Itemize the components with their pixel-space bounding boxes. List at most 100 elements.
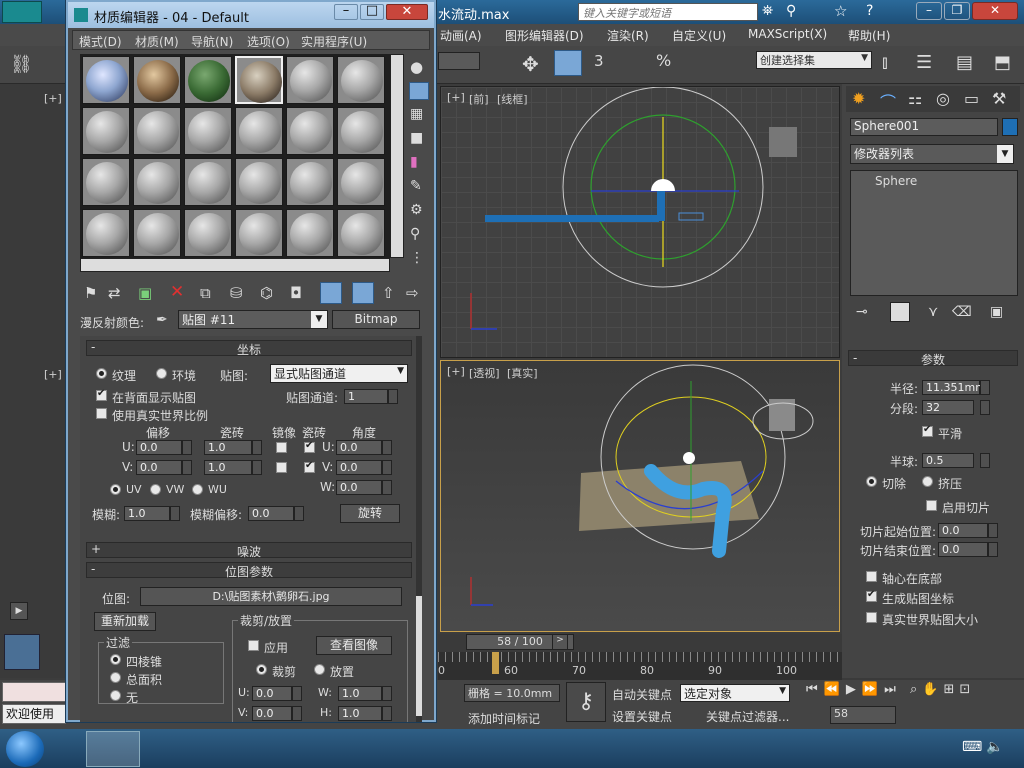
add-time-tag-label[interactable]: 添加时间标记: [468, 710, 540, 727]
show-shaded-material-icon[interactable]: [320, 282, 342, 304]
time-slider-next[interactable]: >: [552, 634, 568, 650]
help-icon[interactable]: ?: [866, 3, 873, 19]
create-tab-icon[interactable]: ✹: [852, 89, 865, 108]
crop-w-field[interactable]: 1.0: [338, 686, 382, 701]
menu-rendering[interactable]: 渲染(R): [607, 27, 649, 44]
noise-rollout-header[interactable]: + 噪波: [86, 542, 412, 559]
make-unique-icon[interactable]: ⋎: [928, 304, 938, 320]
set-key-button[interactable]: 设置关键点: [612, 708, 672, 725]
remove-modifier-icon[interactable]: ⌫: [952, 304, 972, 320]
material-navigator-icon[interactable]: ⋮: [410, 250, 424, 266]
v-mirror-checkbox[interactable]: [276, 462, 287, 473]
put-to-library-icon[interactable]: ⛁: [230, 284, 243, 302]
place-radio[interactable]: [314, 664, 325, 675]
smooth-checkbox[interactable]: [922, 424, 933, 437]
top-left-viewport-label[interactable]: [+]: [44, 92, 62, 105]
me-menu-utilities[interactable]: 实用程序(U): [301, 33, 367, 50]
real-world-scale-checkbox[interactable]: [96, 408, 107, 419]
sample-slot[interactable]: [133, 107, 181, 155]
hierarchy-tab-icon[interactable]: ⚏: [908, 89, 922, 108]
get-material-icon[interactable]: ⚑: [84, 284, 97, 302]
go-to-parent-icon[interactable]: ⇧: [382, 284, 395, 302]
sample-slot[interactable]: [82, 56, 130, 104]
blur-offset-spinner[interactable]: [294, 506, 304, 521]
sample-slot[interactable]: [184, 158, 232, 206]
map-type-button[interactable]: Bitmap: [332, 310, 420, 329]
stack-item-sphere[interactable]: Sphere: [875, 174, 917, 188]
sample-slot[interactable]: [133, 209, 181, 257]
crop-w-spinner[interactable]: [382, 686, 392, 701]
video-color-check-icon[interactable]: ▮: [410, 154, 418, 170]
v-tiling-field[interactable]: 1.0: [204, 460, 252, 475]
me-minimize-button[interactable]: –: [334, 4, 358, 20]
options-icon[interactable]: ⚙: [410, 202, 423, 218]
modifier-list-dropdown[interactable]: 修改器列表 ▼: [850, 144, 1014, 164]
start-button[interactable]: [6, 731, 44, 767]
viewport-nav-icons[interactable]: ⌕✋⊞⊡: [910, 682, 975, 697]
restore-button[interactable]: ❐: [944, 2, 970, 20]
radius-spinner[interactable]: [980, 380, 990, 395]
toolbar-dropdown[interactable]: [438, 52, 480, 70]
star-icon[interactable]: ☆: [834, 2, 847, 20]
sample-slot[interactable]: [235, 107, 283, 155]
search-box[interactable]: 键入关键字或短语: [578, 3, 758, 21]
u-tiling-spinner[interactable]: [252, 440, 262, 455]
me-menu-navigation[interactable]: 导航(N): [191, 33, 233, 50]
reload-button[interactable]: 重新加载: [94, 612, 156, 631]
summed-area-radio[interactable]: [110, 672, 121, 683]
modifier-stack[interactable]: Sphere: [850, 170, 1018, 296]
menu-help[interactable]: 帮助(H): [848, 27, 890, 44]
current-frame-field[interactable]: 58: [830, 706, 896, 724]
v-tiling-spinner[interactable]: [252, 460, 262, 475]
named-selection-dropdown[interactable]: 创建选择集 ▼: [756, 51, 872, 69]
u-angle-spinner[interactable]: [382, 440, 392, 455]
crop-u-field[interactable]: 0.0: [252, 686, 292, 701]
sample-slot[interactable]: [133, 56, 181, 104]
sample-slot[interactable]: [337, 56, 385, 104]
blur-field[interactable]: 1.0: [124, 506, 170, 521]
me-close-button[interactable]: ✕: [386, 4, 428, 20]
params-rollout-header[interactable]: - 参数: [848, 350, 1018, 367]
object-name-field[interactable]: Sphere001: [850, 118, 998, 136]
sample-slot[interactable]: [184, 56, 232, 104]
me-menu-options[interactable]: 选项(O): [247, 33, 290, 50]
sample-slot[interactable]: [133, 158, 181, 206]
crop-h-spinner[interactable]: [382, 706, 392, 721]
chop-radio[interactable]: [866, 476, 877, 487]
real-world-checkbox[interactable]: [866, 612, 877, 623]
map-name-field[interactable]: 贴图 #11 ▼: [178, 310, 328, 329]
rotate-button[interactable]: 旋转: [340, 504, 400, 523]
layer-icon[interactable]: ▤: [956, 52, 973, 73]
assign-to-selection-icon[interactable]: ▣: [138, 284, 152, 302]
base-pivot-checkbox[interactable]: [866, 571, 877, 582]
hemisphere-spinner[interactable]: [980, 453, 990, 468]
background-icon[interactable]: ▦: [410, 106, 423, 122]
mapping-dropdown[interactable]: 显式贴图通道 ▼: [270, 364, 408, 383]
blur-spinner[interactable]: [170, 506, 180, 521]
select-move-icon[interactable]: ✥: [522, 52, 539, 76]
menu-maxscript[interactable]: MAXScript(X): [748, 27, 827, 41]
taskbar-3dsmax-button[interactable]: [86, 731, 140, 767]
slice-to-field[interactable]: 0.0: [938, 542, 988, 557]
bottom-left-viewport-label[interactable]: [+]: [44, 368, 62, 381]
menu-customize[interactable]: 自定义(U): [672, 27, 726, 44]
mirror-icon[interactable]: ⫾: [882, 52, 888, 73]
select-rotate-icon[interactable]: [554, 50, 582, 76]
material-id-icon[interactable]: ⌬: [260, 284, 273, 302]
key-mode-button[interactable]: ⚷: [566, 682, 606, 722]
channel-spinner[interactable]: [388, 389, 398, 404]
v-angle-spinner[interactable]: [382, 460, 392, 475]
sample-slot[interactable]: [184, 209, 232, 257]
segments-field[interactable]: 32: [922, 400, 974, 415]
select-by-material-icon[interactable]: ⚲: [410, 226, 420, 242]
uv-tiling-icon[interactable]: ■: [410, 130, 423, 146]
sample-type-icon[interactable]: ●: [410, 58, 423, 76]
show-map-icon[interactable]: ◘: [290, 284, 302, 302]
squash-radio[interactable]: [922, 476, 933, 487]
channel-field[interactable]: 1: [344, 389, 388, 404]
sample-slot[interactable]: [286, 107, 334, 155]
motion-tab-icon[interactable]: ◎: [936, 89, 950, 108]
sample-slot[interactable]: [337, 209, 385, 257]
v-offset-field[interactable]: 0.0: [136, 460, 182, 475]
slice-to-spinner[interactable]: [988, 542, 998, 557]
